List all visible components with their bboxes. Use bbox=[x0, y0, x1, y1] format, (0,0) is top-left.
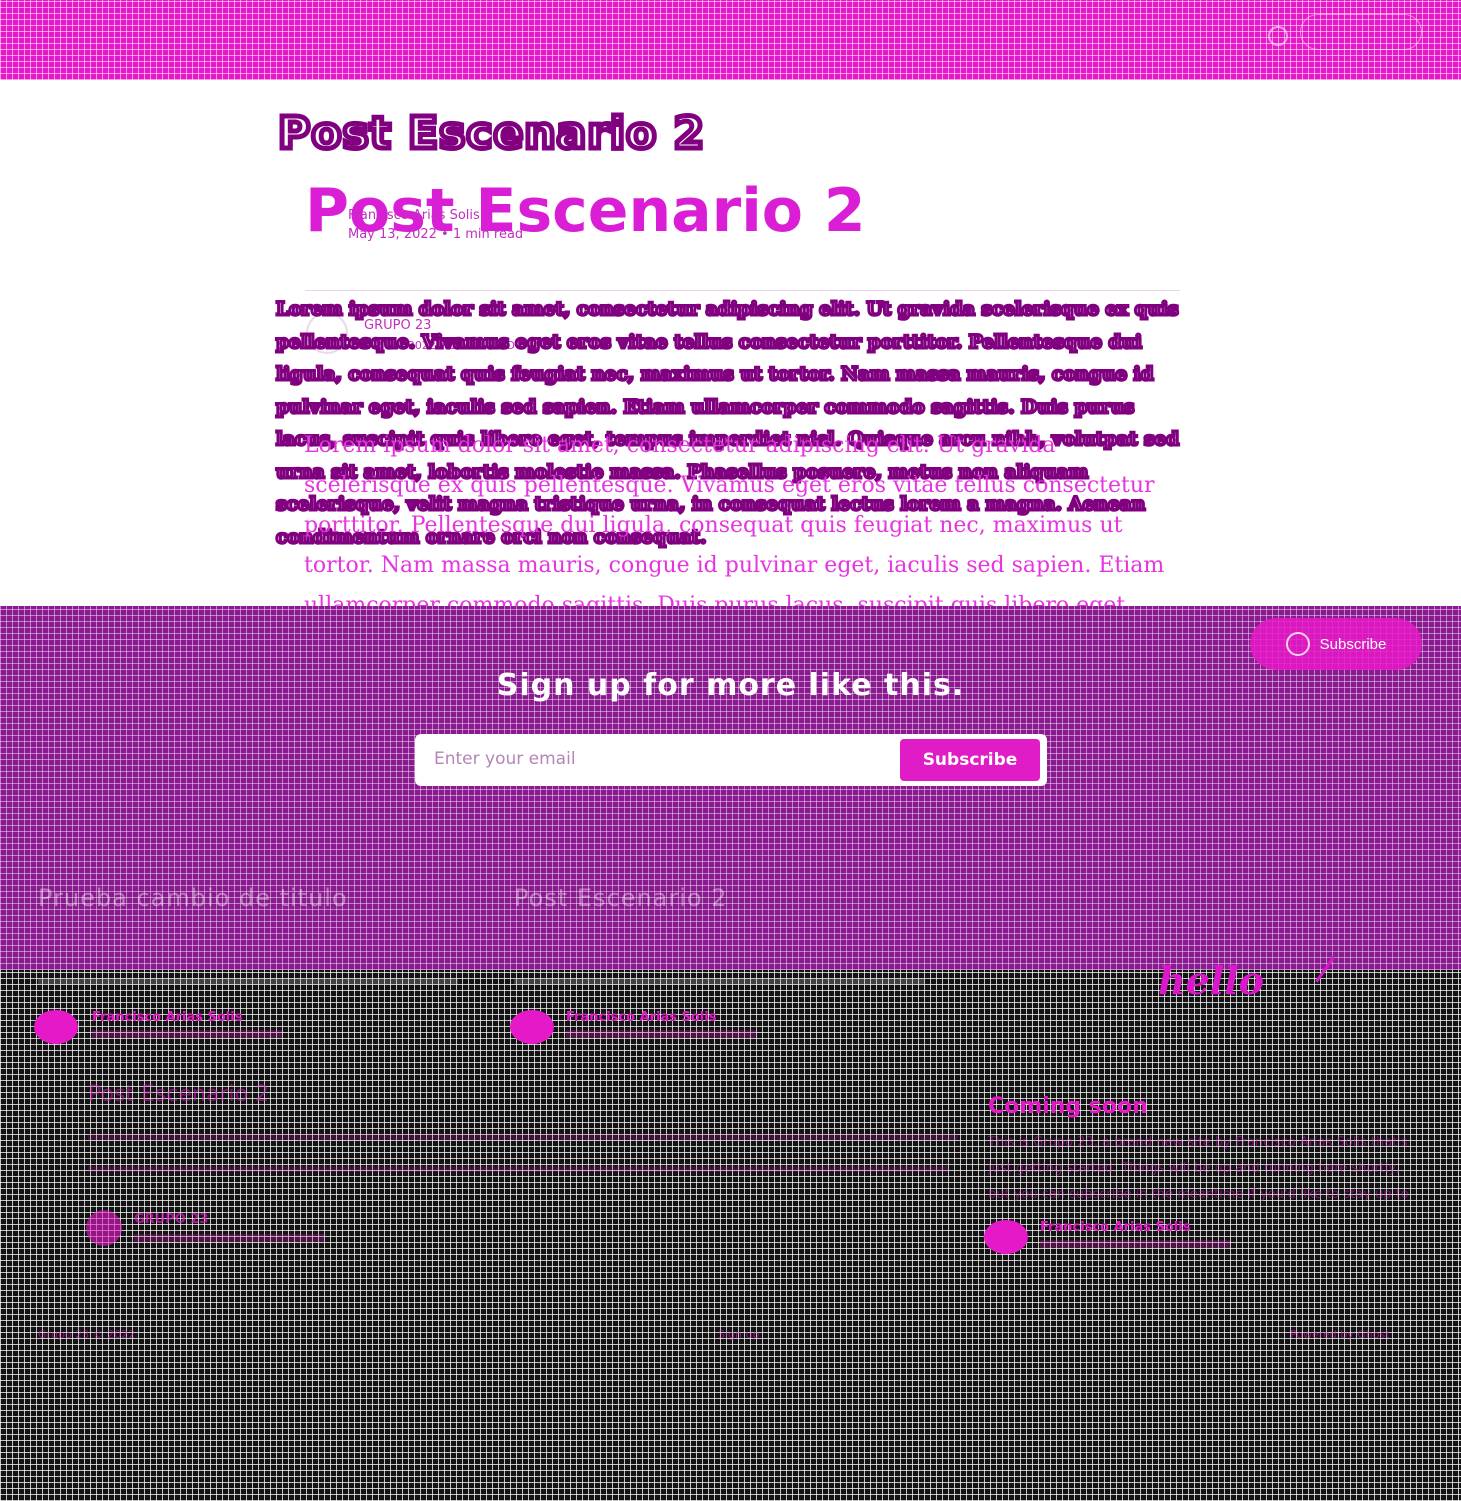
card-author-right[interactable]: Francisco Arias Solis bbox=[566, 1010, 716, 1025]
mail-icon bbox=[1285, 632, 1310, 656]
header-subscribe-button[interactable] bbox=[1300, 14, 1422, 50]
post-body: Lorem ipsum dolor sit amet, consectetur … bbox=[304, 433, 1165, 616]
featured-author[interactable]: GRUPO 23 bbox=[134, 1212, 208, 1227]
card-excerpt-line bbox=[514, 979, 924, 985]
site-header bbox=[0, 0, 1461, 80]
post-title-ghost: Post Escenario 2 bbox=[275, 106, 706, 162]
meta-separator: • bbox=[441, 227, 453, 242]
card-date-line bbox=[92, 1030, 282, 1038]
read-time: 1 min read bbox=[452, 227, 524, 242]
footer-copyright[interactable]: Grupo 23 © 2022 bbox=[38, 1328, 135, 1341]
author-avatar[interactable] bbox=[86, 1210, 122, 1246]
coming-soon-excerpt: This is Grupo 23, a brand new site by Fr… bbox=[988, 1135, 1409, 1202]
signup-heading: Sign up for more like this. bbox=[496, 668, 965, 703]
card-author-left[interactable]: Francisco Arias Solis bbox=[92, 1010, 242, 1025]
featured-excerpt-line bbox=[88, 1166, 948, 1172]
email-input[interactable]: Enter your email bbox=[434, 749, 576, 769]
post-meta-top: Francisco Arias Solis May 13, 2022 • 1 m… bbox=[348, 208, 523, 242]
featured-excerpt-line bbox=[88, 1134, 958, 1140]
post-date: May 13, 2022 bbox=[348, 227, 437, 242]
subscribe-button[interactable]: Subscribe bbox=[900, 739, 1040, 781]
search-icon[interactable] bbox=[1268, 26, 1288, 46]
header-divider bbox=[305, 290, 1180, 291]
hello-logo: hello bbox=[1158, 958, 1265, 1003]
coming-soon-date-line bbox=[1040, 1240, 1230, 1248]
footer-signup-link[interactable]: Sign up bbox=[718, 1328, 759, 1341]
related-post-title-right[interactable]: Post Escenario 2 bbox=[514, 884, 728, 912]
floating-subscribe-button[interactable]: Subscribe bbox=[1250, 618, 1422, 670]
footer-powered-by[interactable]: Powered by Ghost bbox=[1290, 1328, 1390, 1341]
author-avatar[interactable] bbox=[34, 1010, 78, 1044]
coming-soon-author[interactable]: Francisco Arias Solis bbox=[1040, 1220, 1190, 1235]
post-date-line: May 13, 2022 • 1 min read bbox=[348, 227, 523, 242]
author-avatar[interactable] bbox=[510, 1010, 554, 1044]
card-excerpt-line bbox=[38, 979, 458, 985]
author-avatar[interactable] bbox=[984, 1220, 1028, 1254]
featured-post-title[interactable]: Post Escenario 2 bbox=[88, 1082, 269, 1107]
floating-subscribe-label: Subscribe bbox=[1319, 635, 1387, 653]
featured-date-line bbox=[134, 1234, 324, 1242]
related-post-title-left[interactable]: Prueba cambio de titulo bbox=[38, 884, 348, 912]
coming-soon-title[interactable]: Coming soon bbox=[988, 1094, 1148, 1119]
author-name[interactable]: Francisco Arias Solis bbox=[348, 208, 523, 223]
card-date-line bbox=[566, 1030, 756, 1038]
subscribe-section bbox=[0, 606, 1461, 970]
